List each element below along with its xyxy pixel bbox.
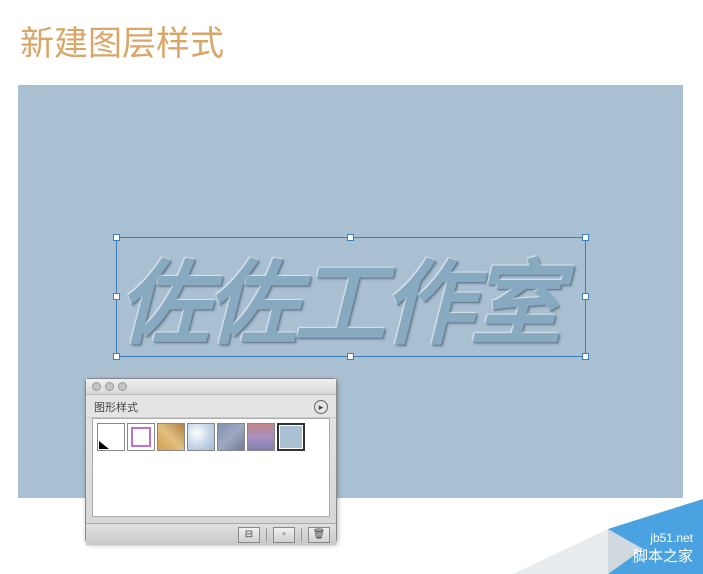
watermark-url: jb51.net [633, 531, 693, 545]
resize-handle-mid-right[interactable] [582, 293, 589, 300]
panel-menu-icon[interactable]: ▸ [314, 400, 328, 414]
swatch-current-selected[interactable] [277, 423, 305, 451]
swatch-texture-gold[interactable] [157, 423, 185, 451]
resize-handle-top-right[interactable] [582, 234, 589, 241]
swatch-texture-blue[interactable] [217, 423, 245, 451]
graphic-styles-panel[interactable]: 图形样式 ▸ ⊟ ▫ 🗑 [85, 378, 337, 543]
panel-tab-label[interactable]: 图形样式 [94, 399, 138, 415]
swatch-texture-purple[interactable] [247, 423, 275, 451]
swatch-none[interactable] [97, 423, 125, 451]
delete-style-icon[interactable]: 🗑 [308, 527, 330, 543]
divider [301, 528, 302, 542]
zoom-icon[interactable] [118, 382, 127, 391]
watermark: jb51.net 脚本之家 [633, 531, 693, 566]
panel-tab-bar: 图形样式 ▸ [86, 395, 336, 418]
resize-handle-top-left[interactable] [113, 234, 120, 241]
resize-handle-mid-left[interactable] [113, 293, 120, 300]
page-title: 新建图层样式 [0, 0, 703, 81]
close-icon[interactable] [92, 382, 101, 391]
swatch-outline[interactable] [127, 423, 155, 451]
divider [266, 528, 267, 542]
panel-footer: ⊟ ▫ 🗑 [86, 523, 336, 545]
style-swatch-grid [92, 418, 330, 517]
resize-handle-bottom-mid[interactable] [347, 353, 354, 360]
resize-handle-bottom-right[interactable] [582, 353, 589, 360]
selection-bounding-box[interactable] [116, 237, 586, 357]
minimize-icon[interactable] [105, 382, 114, 391]
watermark-name: 脚本之家 [633, 545, 693, 566]
panel-titlebar[interactable] [86, 379, 336, 395]
resize-handle-bottom-left[interactable] [113, 353, 120, 360]
resize-handle-top-mid[interactable] [347, 234, 354, 241]
new-style-icon[interactable]: ▫ [273, 527, 295, 543]
break-link-icon[interactable]: ⊟ [238, 527, 260, 543]
swatch-sphere[interactable] [187, 423, 215, 451]
